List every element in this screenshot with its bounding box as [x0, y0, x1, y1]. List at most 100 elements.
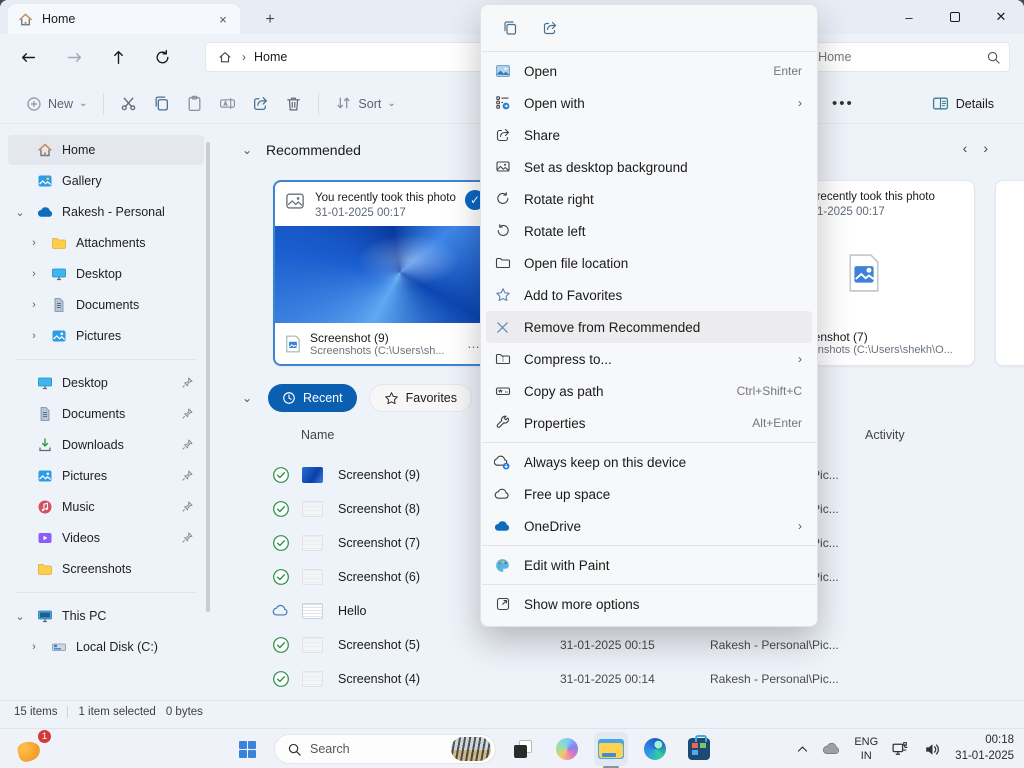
menu-item-share[interactable]: Share — [486, 119, 812, 151]
menu-item-edit-with-paint[interactable]: Edit with Paint — [486, 549, 812, 581]
carousel-prev-icon[interactable]: ‹ — [963, 140, 968, 156]
onedrive-tray-icon[interactable] — [822, 740, 841, 759]
sidebar-item-videos[interactable]: Videos — [8, 523, 204, 553]
search-highlight-image[interactable] — [451, 737, 491, 761]
sidebar-item-onedrive-documents[interactable]: › Documents — [22, 290, 204, 320]
menu-item-open-file-location[interactable]: Open file location — [486, 247, 812, 279]
chevron-right-icon[interactable]: › — [26, 330, 42, 342]
search-icon[interactable] — [986, 50, 1001, 65]
menu-item-rotate-right[interactable]: Rotate right — [486, 183, 812, 215]
volume-icon[interactable] — [923, 740, 942, 759]
sidebar-item-pictures[interactable]: Pictures — [8, 461, 204, 491]
chevron-right-icon[interactable]: › — [26, 641, 42, 653]
tray-chevron-up-icon[interactable] — [796, 743, 809, 756]
submenu-arrow-icon: › — [798, 352, 802, 366]
recommended-title: Recommended — [266, 142, 361, 158]
carousel-next-icon[interactable]: › — [983, 140, 988, 156]
minimize-button[interactable]: – — [886, 0, 932, 34]
sidebar-item-this-pc[interactable]: ⌄ This PC — [8, 601, 204, 631]
this-pc-icon — [36, 607, 54, 625]
delete-button[interactable] — [277, 88, 310, 120]
menu-item-open[interactable]: Open Enter — [486, 55, 812, 87]
copy-button[interactable] — [145, 88, 178, 120]
menu-item-free-up-space[interactable]: Free up space — [486, 478, 812, 510]
clock[interactable]: 00:18 31-01-2025 — [955, 733, 1014, 764]
refresh-button[interactable] — [146, 41, 178, 73]
explorer-tab-home[interactable]: Home × — [8, 4, 240, 34]
filter-favorites[interactable]: Favorites — [369, 384, 472, 412]
sort-button[interactable]: Sort ⌄ — [327, 88, 403, 120]
recommended-card[interactable]: You recently took this photo 31-01-2025 … — [273, 180, 493, 366]
chevron-down-icon[interactable]: ⌄ — [12, 206, 28, 219]
network-icon[interactable] — [891, 740, 910, 759]
new-tab-button[interactable]: + — [258, 8, 282, 32]
folder-icon — [36, 560, 54, 578]
sidebar-item-gallery[interactable]: Gallery — [8, 166, 204, 196]
taskbar-search[interactable]: Search — [274, 734, 496, 764]
chevron-right-icon[interactable]: › — [26, 237, 42, 249]
chevron-down-icon[interactable]: ⌄ — [238, 143, 256, 157]
cut-button[interactable] — [112, 88, 145, 120]
new-button[interactable]: New ⌄ — [18, 88, 95, 120]
menu-item-open-with[interactable]: Open with › — [486, 87, 812, 119]
language-indicator[interactable]: ENG IN — [854, 735, 878, 764]
sidebar-item-local-disk-c[interactable]: › Local Disk (C:) — [22, 632, 204, 662]
rename-button[interactable] — [211, 88, 244, 120]
sidebar-item-onedrive-root[interactable]: ⌄ Rakesh - Personal — [8, 197, 204, 227]
card-more-button[interactable]: … — [467, 336, 481, 351]
sidebar-item-downloads[interactable]: Downloads — [8, 430, 204, 460]
details-pane-button[interactable]: Details — [924, 88, 1002, 120]
menu-item-remove-from-recommended[interactable]: Remove from Recommended — [486, 311, 812, 343]
menu-item-compress-to[interactable]: Compress to... › — [486, 343, 812, 375]
sidebar-item-onedrive-pictures[interactable]: › Pictures — [22, 321, 204, 351]
file-thumbnail — [302, 535, 323, 551]
widgets-button[interactable]: 1 — [14, 733, 50, 765]
back-button[interactable] — [12, 41, 44, 73]
share-button[interactable] — [244, 88, 277, 120]
sidebar-scrollbar[interactable] — [206, 142, 210, 612]
forward-button[interactable] — [58, 41, 90, 73]
column-header-name[interactable]: Name — [301, 428, 334, 442]
sidebar-item-documents[interactable]: Documents — [8, 399, 204, 429]
recommended-card[interactable] — [995, 180, 1024, 366]
copilot-button[interactable] — [550, 732, 584, 766]
menu-item-set-as-desktop-background[interactable]: Set as desktop background — [486, 151, 812, 183]
edge-button[interactable] — [638, 732, 672, 766]
close-button[interactable]: ✕ — [978, 0, 1024, 34]
filter-recent[interactable]: Recent — [268, 384, 357, 412]
column-header-activity[interactable]: Activity — [865, 428, 905, 442]
up-button[interactable] — [102, 41, 134, 73]
sidebar-item-music[interactable]: Music — [8, 492, 204, 522]
sidebar-item-screenshots[interactable]: Screenshots — [8, 554, 204, 584]
menu-item-rotate-left[interactable]: Rotate left — [486, 215, 812, 247]
chevron-down-icon[interactable]: ⌄ — [12, 610, 28, 623]
chevron-right-icon[interactable]: › — [26, 268, 42, 280]
sidebar-item-onedrive-desktop[interactable]: › Desktop — [22, 259, 204, 289]
sidebar-item-home[interactable]: Home — [8, 135, 204, 165]
chevron-right-icon[interactable]: › — [26, 299, 42, 311]
breadcrumb[interactable]: Home — [254, 50, 287, 64]
maximize-button[interactable] — [932, 0, 978, 34]
menu-item-properties[interactable]: Properties Alt+Enter — [486, 407, 812, 439]
paste-button[interactable] — [178, 88, 211, 120]
file-explorer-button[interactable] — [594, 732, 628, 766]
share-icon[interactable] — [535, 15, 565, 41]
table-row[interactable]: Screenshot (4) 31-01-2025 00:14 Rakesh -… — [212, 662, 1024, 696]
microsoft-store-button[interactable] — [682, 732, 716, 766]
home-icon — [16, 10, 34, 28]
copy-icon[interactable] — [495, 15, 525, 41]
task-view-button[interactable] — [506, 732, 540, 766]
menu-item-onedrive[interactable]: OneDrive › — [486, 510, 812, 542]
pin-icon — [181, 531, 194, 544]
start-button[interactable] — [230, 732, 264, 766]
tab-close-icon[interactable]: × — [214, 10, 232, 28]
menu-item-show-more-options[interactable]: Show more options — [486, 588, 812, 620]
menu-item-add-to-favorites[interactable]: Add to Favorites — [486, 279, 812, 311]
table-row[interactable]: Screenshot (5) 31-01-2025 00:15 Rakesh -… — [212, 628, 1024, 662]
more-options-button[interactable]: ••• — [832, 95, 854, 112]
sidebar-item-attachments[interactable]: › Attachments — [22, 228, 204, 258]
menu-item-always-keep-on-device[interactable]: Always keep on this device — [486, 446, 812, 478]
sidebar-item-desktop[interactable]: Desktop — [8, 368, 204, 398]
chevron-down-icon[interactable]: ⌄ — [238, 391, 256, 405]
menu-item-copy-as-path[interactable]: Copy as path Ctrl+Shift+C — [486, 375, 812, 407]
